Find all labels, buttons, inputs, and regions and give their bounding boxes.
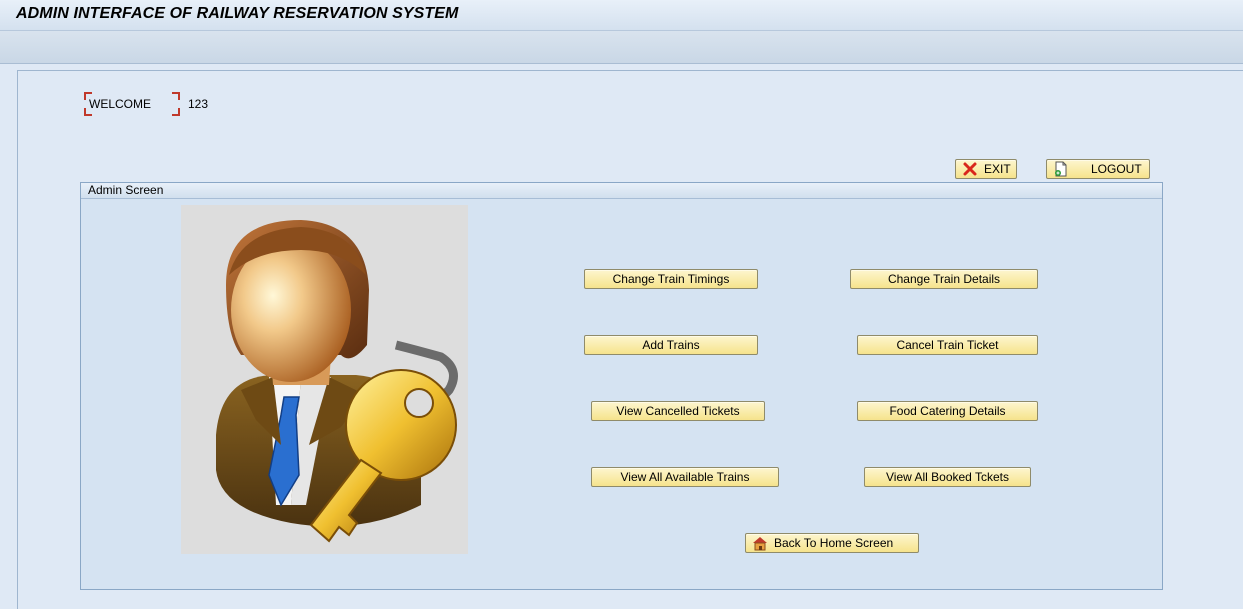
back-to-home-label: Back To Home Screen — [774, 536, 894, 550]
title-bar: ADMIN INTERFACE OF RAILWAY RESERVATION S… — [0, 0, 1243, 31]
application-toolbar — [0, 31, 1243, 64]
cancel-train-ticket-button[interactable]: Cancel Train Ticket — [857, 335, 1038, 355]
app-title: ADMIN INTERFACE OF RAILWAY RESERVATION S… — [16, 5, 459, 22]
welcome-value: 123 — [188, 97, 209, 111]
food-catering-details-button[interactable]: Food Catering Details — [857, 401, 1038, 421]
back-to-home-button[interactable]: Back To Home Screen — [745, 533, 919, 553]
welcome-label: WELCOME — [89, 97, 152, 111]
logout-button[interactable]: LOGOUT — [1046, 159, 1150, 179]
exit-button[interactable]: EXIT — [955, 159, 1017, 179]
admin-screen-title: Admin Screen — [81, 183, 1162, 199]
change-train-timings-button[interactable]: Change Train Timings — [584, 269, 758, 289]
change-train-details-button[interactable]: Change Train Details — [850, 269, 1038, 289]
red-x-icon — [962, 161, 978, 177]
welcome-field-frame: WELCOME — [84, 92, 180, 116]
view-cancelled-tickets-button[interactable]: View Cancelled Tickets — [591, 401, 765, 421]
admin-user-with-key-illustration — [181, 205, 468, 554]
logout-document-icon — [1053, 161, 1069, 177]
exit-label: EXIT — [984, 162, 1011, 176]
view-all-available-trains-button[interactable]: View All Available Trains — [591, 467, 779, 487]
home-icon — [752, 535, 768, 551]
logout-label: LOGOUT — [1091, 162, 1142, 176]
add-trains-button[interactable]: Add Trains — [584, 335, 758, 355]
view-all-booked-tickets-button[interactable]: View All Booked Tckets — [864, 467, 1031, 487]
